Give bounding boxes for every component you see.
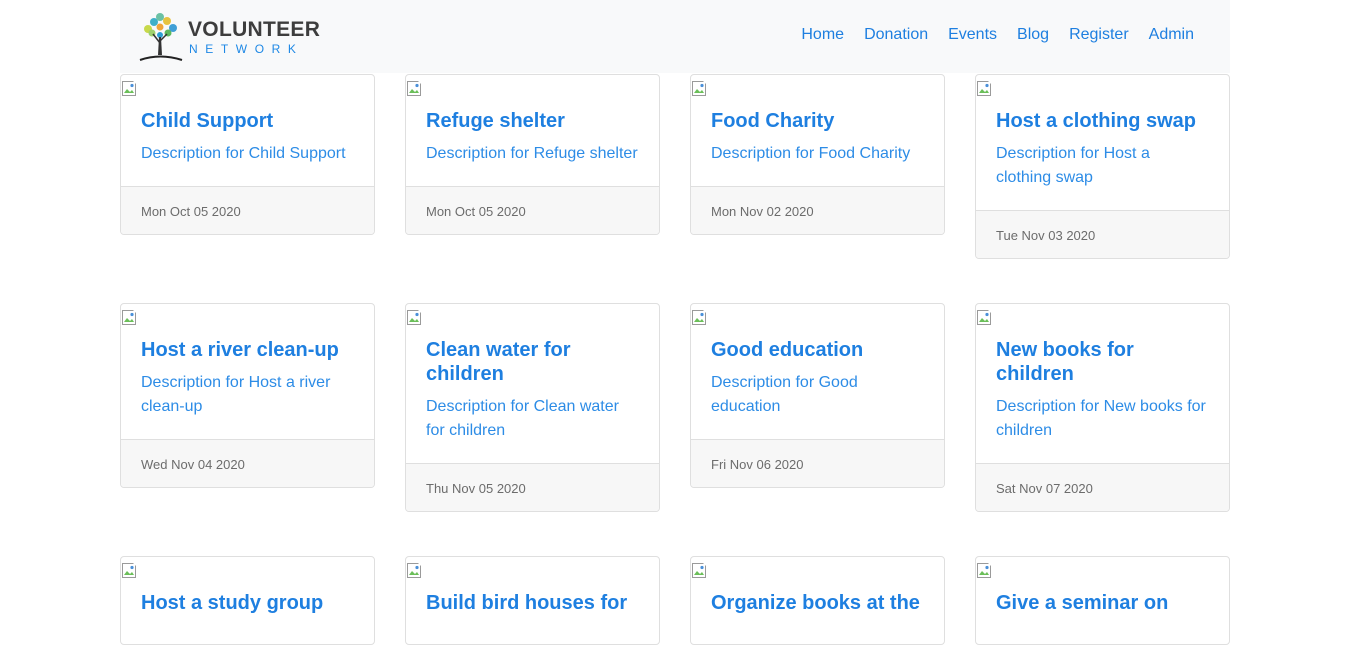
event-card[interactable]: Organize books at the <box>690 556 945 645</box>
broken-image-icon <box>122 563 138 579</box>
broken-image-icon <box>407 310 423 326</box>
event-date: Tue Nov 03 2020 <box>976 210 1229 258</box>
event-card[interactable]: Host a river clean-up Description for Hos… <box>120 303 375 488</box>
event-title[interactable]: Host a river clean-up <box>141 338 354 362</box>
event-description: Description for Host a river clean-up <box>141 374 331 415</box>
card-body: Refuge shelter Description for Refuge she… <box>406 97 659 186</box>
event-title[interactable]: Child Support <box>141 109 354 133</box>
brand-tagline: NETWORK <box>189 42 304 56</box>
nav-register[interactable]: Register <box>1069 26 1129 44</box>
broken-image-icon <box>407 81 423 97</box>
event-title[interactable]: New books for children <box>996 338 1209 386</box>
card-body: Child Support Description for Child Suppo… <box>121 97 374 186</box>
event-card[interactable]: Refuge shelter Description for Refuge she… <box>405 74 660 235</box>
event-card[interactable]: Host a clothing swap Description for Host… <box>975 74 1230 259</box>
broken-image-icon <box>122 310 138 326</box>
event-description: Description for Good education <box>711 374 858 415</box>
nav-blog[interactable]: Blog <box>1017 26 1049 44</box>
broken-image-icon <box>692 310 708 326</box>
event-card[interactable]: Give a seminar on <box>975 556 1230 645</box>
event-title[interactable]: Build bird houses for <box>426 591 639 615</box>
event-date: Mon Oct 05 2020 <box>406 186 659 234</box>
main-nav: Home Donation Events Blog Register Admin <box>781 26 1194 44</box>
event-description: Description for Host a clothing swap <box>996 145 1150 186</box>
event-card[interactable]: Good education Description for Good educa… <box>690 303 945 488</box>
card-body: Good education Description for Good educa… <box>691 326 944 439</box>
event-card[interactable]: Build bird houses for <box>405 556 660 645</box>
event-description: Description for Food Charity <box>711 145 911 162</box>
brand-logo[interactable]: VOLUNTEER NETWORK <box>136 9 320 63</box>
event-description: Description for New books for children <box>996 398 1206 439</box>
broken-image-icon <box>977 81 993 97</box>
event-description: Description for Clean water for children <box>426 398 619 439</box>
event-title[interactable]: Good education <box>711 338 924 362</box>
broken-image-icon <box>692 81 708 97</box>
event-title[interactable]: Host a study group <box>141 591 354 615</box>
card-body: Host a study group <box>121 579 374 644</box>
card-body: Organize books at the <box>691 579 944 644</box>
card-body: Give a seminar on <box>976 579 1229 644</box>
event-date: Wed Nov 04 2020 <box>121 439 374 487</box>
event-title[interactable]: Clean water for children <box>426 338 639 386</box>
card-body: Clean water for children Description for … <box>406 326 659 463</box>
event-description: Description for Refuge shelter <box>426 145 638 162</box>
broken-image-icon <box>977 310 993 326</box>
tree-logo-icon <box>139 13 183 61</box>
brand-name: VOLUNTEER <box>188 18 321 41</box>
card-body: Host a river clean-up Description for Hos… <box>121 326 374 439</box>
event-card[interactable]: New books for children Description for Ne… <box>975 303 1230 512</box>
nav-donation[interactable]: Donation <box>864 26 928 44</box>
broken-image-icon <box>407 563 423 579</box>
event-card[interactable]: Clean water for children Description for … <box>405 303 660 512</box>
event-date: Fri Nov 06 2020 <box>691 439 944 487</box>
event-title[interactable]: Give a seminar on <box>996 591 1209 615</box>
event-date: Sat Nov 07 2020 <box>976 463 1229 511</box>
event-title[interactable]: Host a clothing swap <box>996 109 1209 133</box>
event-date: Thu Nov 05 2020 <box>406 463 659 511</box>
broken-image-icon <box>977 563 993 579</box>
event-title[interactable]: Organize books at the <box>711 591 924 615</box>
card-body: New books for children Description for Ne… <box>976 326 1229 463</box>
top-navbar: VOLUNTEER NETWORK Home Donation Events B… <box>120 0 1230 73</box>
event-title[interactable]: Refuge shelter <box>426 109 639 133</box>
broken-image-icon <box>692 563 708 579</box>
card-body: Build bird houses for <box>406 579 659 644</box>
event-title[interactable]: Food Charity <box>711 109 924 133</box>
nav-events[interactable]: Events <box>948 26 997 44</box>
event-card[interactable]: Child Support Description for Child Suppo… <box>120 74 375 235</box>
card-body: Host a clothing swap Description for Host… <box>976 97 1229 210</box>
nav-admin[interactable]: Admin <box>1149 26 1194 44</box>
event-description: Description for Child Support <box>141 145 346 162</box>
event-card[interactable]: Host a study group <box>120 556 375 645</box>
nav-home[interactable]: Home <box>801 26 844 44</box>
event-date: Mon Nov 02 2020 <box>691 186 944 234</box>
event-card[interactable]: Food Charity Description for Food Charity… <box>690 74 945 235</box>
card-body: Food Charity Description for Food Charity <box>691 97 944 186</box>
event-date: Mon Oct 05 2020 <box>121 186 374 234</box>
broken-image-icon <box>122 81 138 97</box>
